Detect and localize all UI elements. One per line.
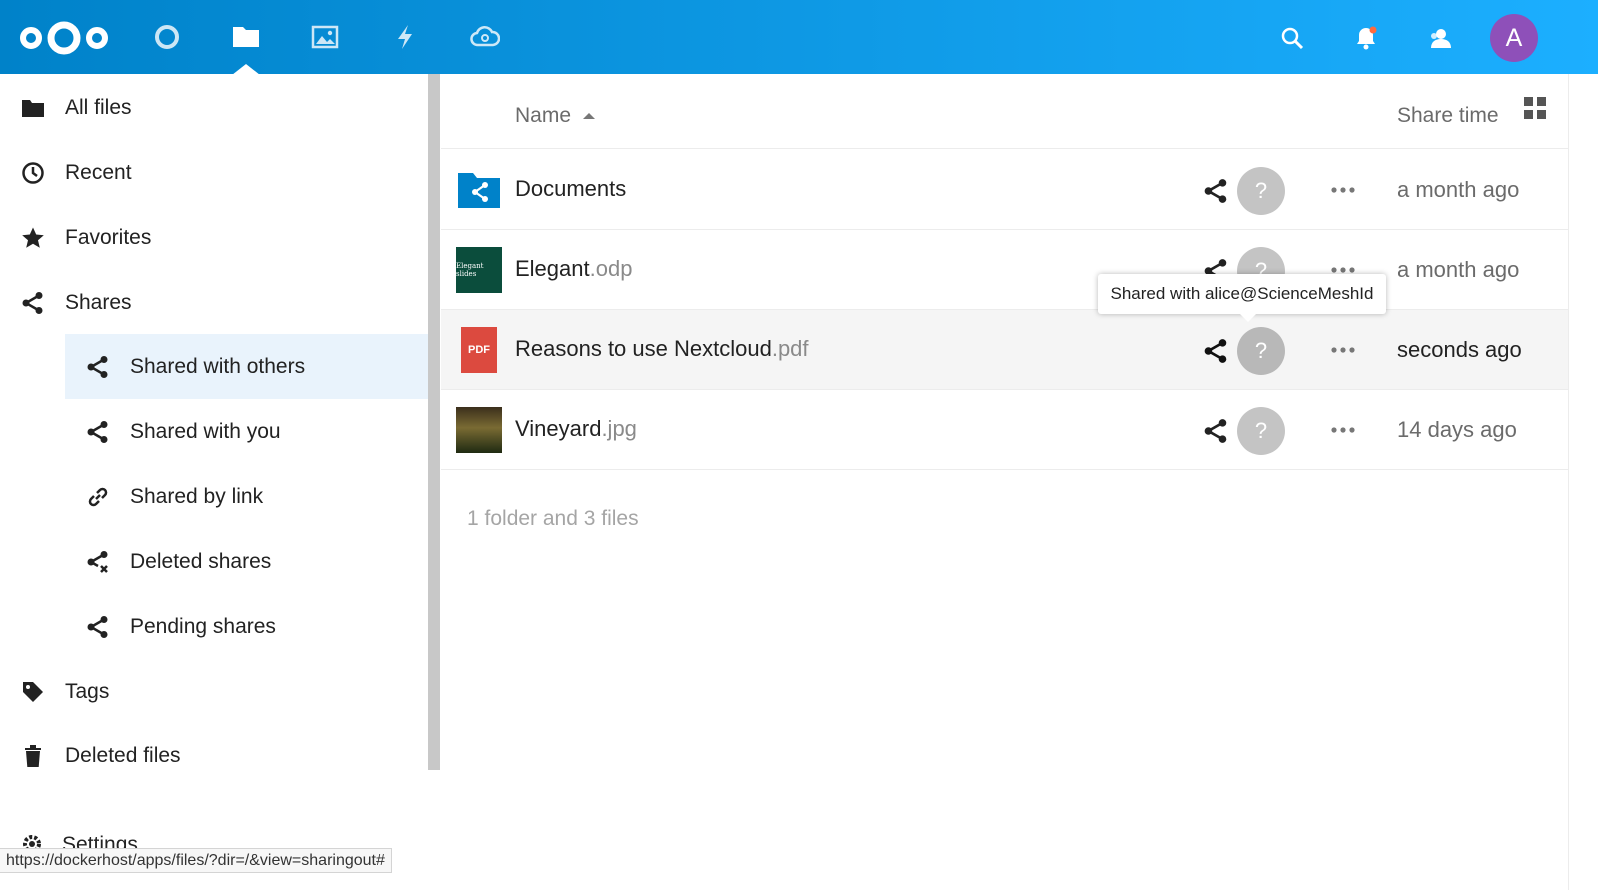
- share-icon[interactable]: [1203, 178, 1229, 204]
- trash-icon: [20, 743, 46, 769]
- file-name[interactable]: Elegant.odp: [515, 256, 632, 282]
- nav-label: Shares: [65, 290, 132, 314]
- share-icon: [85, 614, 111, 640]
- star-icon: [20, 225, 46, 251]
- nav-settings[interactable]: Settings: [18, 830, 218, 848]
- nav-deleted-files[interactable]: Deleted files: [0, 723, 428, 788]
- share-icon: [85, 354, 111, 380]
- federation-app-icon[interactable]: [466, 18, 504, 56]
- share-recipient-avatar[interactable]: ?: [1237, 167, 1285, 215]
- share-icon[interactable]: [1203, 418, 1229, 444]
- nextcloud-logo[interactable]: [18, 20, 110, 56]
- photos-app-icon[interactable]: [306, 18, 344, 56]
- activity-app-icon[interactable]: [386, 18, 424, 56]
- nav-pending-shares[interactable]: Pending shares: [65, 594, 428, 659]
- nav-favorites[interactable]: Favorites: [0, 205, 428, 270]
- share-icon[interactable]: [1203, 338, 1229, 364]
- share-time: 14 days ago: [1397, 417, 1517, 442]
- presentation-thumbnail: Elegant slides: [456, 247, 502, 293]
- file-list-header: Name Share time: [441, 74, 1568, 149]
- sidebar-scrollbar[interactable]: [428, 74, 440, 770]
- file-name[interactable]: Vineyard.jpg: [515, 416, 637, 442]
- nav-label: Deleted shares: [130, 549, 272, 573]
- settings-label: Settings: [62, 833, 138, 848]
- tag-icon: [20, 679, 46, 705]
- file-row[interactable]: Elegant slides Elegant.odp ? a month ago: [441, 230, 1568, 310]
- share-time: a month ago: [1397, 177, 1520, 202]
- nav-label: Recent: [65, 160, 132, 184]
- nav-label: Shared with you: [130, 419, 281, 443]
- nav-label: Pending shares: [130, 614, 276, 638]
- nav-shared-with-others[interactable]: Shared with others: [65, 334, 428, 399]
- nav-all-files[interactable]: All files: [0, 75, 428, 140]
- files-app-icon[interactable]: [227, 18, 265, 56]
- more-actions-icon[interactable]: [1330, 423, 1356, 437]
- tooltip-arrow: [1238, 312, 1258, 322]
- nav-shared-by-link[interactable]: Shared by link: [65, 464, 428, 529]
- file-name[interactable]: Documents: [515, 176, 626, 202]
- share-time: seconds ago: [1397, 337, 1522, 362]
- more-actions-icon[interactable]: [1330, 343, 1356, 357]
- file-row[interactable]: Documents ? a month ago: [441, 150, 1568, 230]
- sort-ascending-icon: [583, 113, 596, 120]
- share-recipient-avatar[interactable]: ?: [1237, 407, 1285, 455]
- nav-shared-with-you[interactable]: Shared with you: [65, 399, 428, 464]
- search-icon[interactable]: [1272, 18, 1312, 58]
- dashboard-app-icon[interactable]: [148, 18, 186, 56]
- share-recipient-avatar[interactable]: ?: [1237, 327, 1285, 375]
- top-bar: A: [0, 0, 1598, 75]
- file-name[interactable]: Reasons to use Nextcloud.pdf: [515, 336, 809, 362]
- share-tooltip: Shared with alice@ScienceMeshId: [1098, 274, 1386, 314]
- user-avatar[interactable]: A: [1490, 14, 1538, 62]
- share-icon: [20, 290, 46, 316]
- nav-label: Shared with others: [130, 354, 306, 378]
- nav-shares[interactable]: Shares: [0, 270, 428, 335]
- shared-folder-icon: [458, 173, 500, 208]
- share-time-column-header[interactable]: Share time: [1397, 104, 1499, 128]
- share-icon: [85, 419, 111, 445]
- nav-recent[interactable]: Recent: [0, 140, 428, 205]
- app-navigation: All files Recent Favorites Shares Shared…: [0, 74, 440, 890]
- nav-deleted-shares[interactable]: Deleted shares: [65, 529, 428, 594]
- grid-view-icon[interactable]: [1523, 96, 1547, 120]
- browser-status-url: https://dockerhost/apps/files/?dir=/&vie…: [0, 848, 392, 873]
- file-summary: 1 folder and 3 files: [467, 507, 639, 530]
- deleted-share-icon: [85, 549, 111, 575]
- pdf-file-icon: PDF: [461, 327, 497, 373]
- name-column-header[interactable]: Name: [515, 104, 596, 128]
- file-row[interactable]: Vineyard.jpg ? 14 days ago: [441, 390, 1568, 470]
- share-time: a month ago: [1397, 257, 1520, 282]
- link-icon: [85, 484, 111, 510]
- contacts-icon[interactable]: [1420, 18, 1460, 58]
- notifications-bell-icon[interactable]: [1346, 18, 1386, 58]
- nav-label: Favorites: [65, 225, 152, 249]
- nav-tags[interactable]: Tags: [0, 659, 428, 724]
- right-gutter: [1568, 74, 1598, 890]
- folder-icon: [20, 95, 46, 121]
- nav-label: Shared by link: [130, 484, 264, 508]
- clock-icon: [20, 160, 46, 186]
- more-actions-icon[interactable]: [1330, 183, 1356, 197]
- file-row[interactable]: PDF Reasons to use Nextcloud.pdf ? secon…: [441, 310, 1568, 390]
- nav-label: All files: [65, 95, 132, 119]
- image-thumbnail: [456, 407, 502, 453]
- gear-icon: [23, 835, 41, 848]
- nav-label: Tags: [65, 679, 110, 703]
- file-list: Name Share time Documents ? a month ago …: [441, 74, 1568, 890]
- nav-label: Deleted files: [65, 743, 181, 767]
